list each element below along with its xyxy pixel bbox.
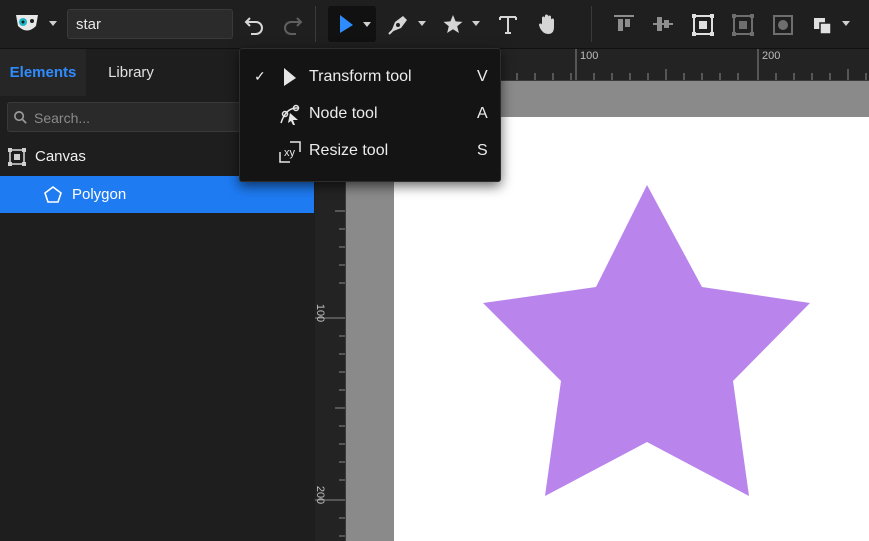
align-middle-icon[interactable] bbox=[651, 12, 675, 36]
arrange-chevron-icon[interactable] bbox=[842, 21, 850, 26]
ungroup-icon[interactable] bbox=[730, 12, 756, 38]
menu-item-label: Node tool bbox=[309, 105, 378, 122]
shape-chevron-icon[interactable] bbox=[472, 21, 480, 26]
pen-chevron-icon[interactable] bbox=[418, 21, 426, 26]
app-logo-icon[interactable] bbox=[12, 12, 42, 36]
menu-item-node-tool[interactable]: Node tool A bbox=[240, 96, 500, 133]
ruler-label: 100 bbox=[314, 303, 327, 323]
arrange-icon[interactable] bbox=[810, 12, 836, 38]
tool-dropdown-menu: ✓ Transform tool V Node tool A xy Resize… bbox=[239, 48, 501, 182]
menu-item-resize-tool[interactable]: xy Resize tool S bbox=[240, 133, 500, 170]
ruler-label: 200 bbox=[762, 50, 781, 62]
pointer-arrow-icon bbox=[278, 66, 302, 90]
star-shape[interactable] bbox=[483, 185, 810, 496]
mask-icon[interactable] bbox=[770, 12, 796, 38]
app-menu-chevron-icon[interactable] bbox=[49, 21, 57, 26]
tree-item-label: Canvas bbox=[35, 148, 86, 165]
pentagon-icon bbox=[43, 185, 63, 205]
redo-icon[interactable] bbox=[281, 12, 305, 36]
transform-chevron-icon[interactable] bbox=[363, 22, 371, 27]
menu-item-shortcut: A bbox=[477, 105, 488, 122]
pen-icon[interactable] bbox=[386, 12, 412, 36]
text-icon[interactable] bbox=[496, 12, 520, 36]
star-icon[interactable] bbox=[441, 12, 465, 36]
hand-icon[interactable] bbox=[535, 11, 561, 37]
ruler-label: 100 bbox=[580, 50, 599, 62]
top-toolbar bbox=[0, 0, 869, 49]
tree-item-label: Polygon bbox=[72, 186, 127, 203]
toolbar-divider bbox=[315, 6, 316, 42]
menu-item-shortcut: V bbox=[477, 68, 488, 85]
resize-xy-icon: xy bbox=[278, 140, 302, 164]
pointer-arrow-icon bbox=[334, 12, 358, 36]
tab-library[interactable]: Library bbox=[86, 49, 176, 96]
file-name-input[interactable] bbox=[67, 9, 233, 39]
menu-item-shortcut: S bbox=[477, 142, 488, 159]
toolbar-divider bbox=[591, 6, 592, 42]
transform-tool-button[interactable] bbox=[328, 6, 376, 42]
tab-elements[interactable]: Elements bbox=[0, 49, 86, 96]
menu-item-label: Resize tool bbox=[309, 142, 389, 159]
ruler-label: 200 bbox=[314, 485, 327, 505]
svg-text:xy: xy bbox=[284, 147, 296, 159]
menu-item-transform-tool[interactable]: ✓ Transform tool V bbox=[240, 59, 500, 96]
check-icon: ✓ bbox=[254, 68, 266, 84]
node-tool-icon bbox=[278, 103, 302, 127]
menu-item-label: Transform tool bbox=[309, 68, 412, 85]
align-top-icon[interactable] bbox=[612, 12, 636, 36]
undo-icon[interactable] bbox=[242, 12, 266, 36]
group-icon[interactable] bbox=[690, 12, 716, 38]
search-icon bbox=[13, 110, 29, 126]
artboard-icon bbox=[7, 147, 27, 167]
